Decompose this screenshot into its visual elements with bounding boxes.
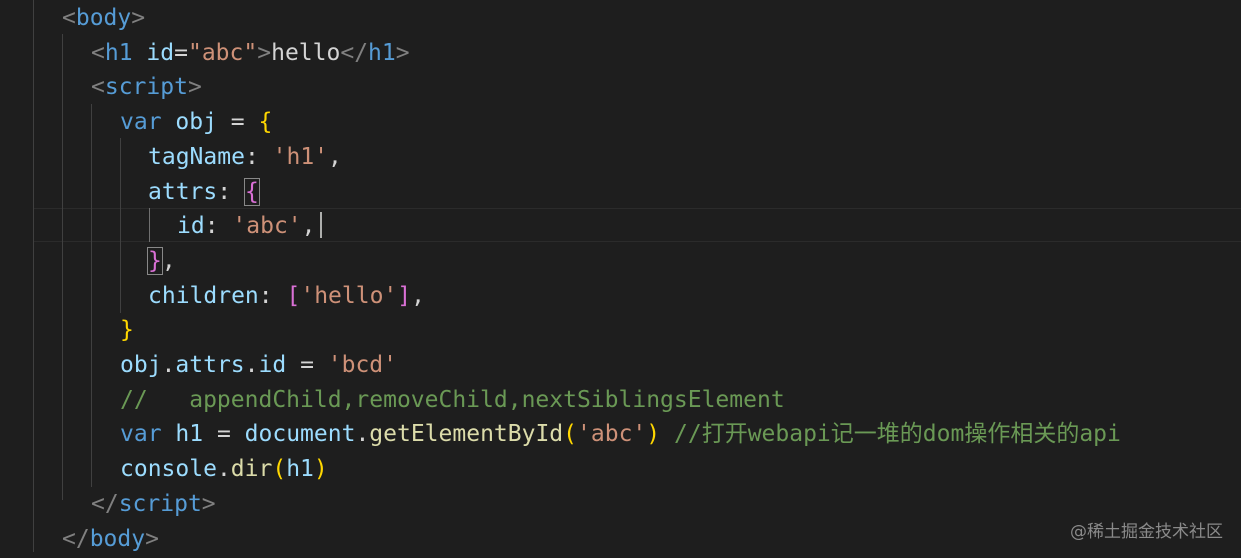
code-token: "abc" — [187, 39, 258, 66]
code-token: 'bcd' — [327, 352, 398, 378]
code-token: </ — [340, 39, 369, 66]
code-token: 'abc' — [577, 421, 647, 448]
watermark: @稀土掘金技术社区 — [1070, 522, 1223, 542]
code-line[interactable]: attrs: { — [148, 175, 260, 210]
code-line[interactable]: var h1 = document.getElementById('abc') … — [120, 417, 1121, 452]
text-cursor — [320, 212, 322, 238]
code-token: ] — [397, 282, 412, 309]
code-token: > — [131, 5, 146, 31]
code-token: ( — [272, 456, 287, 483]
code-token: < — [62, 5, 76, 31]
code-token: . — [355, 421, 370, 448]
code-token: // appendChild,removeChild,nextSiblingsE… — [120, 386, 785, 413]
code-line[interactable]: children: ['hello'], — [148, 279, 425, 314]
code-token: , — [301, 213, 316, 240]
code-token: children — [148, 282, 259, 309]
code-token: obj — [120, 352, 162, 378]
code-token: . — [216, 456, 231, 483]
code-token: = — [203, 421, 245, 448]
code-token: : — [217, 178, 245, 205]
code-token: < — [91, 74, 105, 101]
code-token: h1 — [175, 421, 204, 448]
code-token: h1 — [368, 39, 396, 66]
code-token: var — [120, 109, 162, 136]
code-line[interactable]: console.dir(h1) — [120, 452, 328, 487]
code-token: hello — [271, 39, 341, 66]
code-token: > — [201, 490, 216, 517]
code-token: h1 — [286, 456, 314, 483]
code-token: } — [147, 246, 163, 275]
code-token: : — [204, 213, 233, 240]
code-token: var — [120, 421, 162, 448]
code-token: } — [120, 317, 134, 344]
code-token: script — [104, 74, 188, 101]
code-token: console — [120, 456, 217, 483]
code-token: : — [244, 143, 273, 170]
code-token: ( — [563, 421, 578, 448]
code-token: getElementById — [369, 421, 564, 448]
code-token: , — [411, 282, 425, 309]
code-line[interactable]: </script> — [91, 487, 216, 522]
code-token: tagName — [148, 143, 245, 170]
code-token: 'hello' — [300, 282, 398, 309]
code-line[interactable]: obj.attrs.id = 'bcd' — [120, 348, 397, 383]
code-token: id — [177, 213, 205, 240]
code-line[interactable]: <h1 id="abc">hello</h1> — [91, 36, 410, 71]
code-token: attrs — [148, 178, 218, 205]
code-token: ) — [646, 421, 661, 448]
indent-guide — [62, 34, 63, 500]
code-token: 'abc' — [232, 213, 302, 240]
indent-guide — [91, 104, 92, 487]
code-line[interactable]: var obj = { — [120, 105, 272, 140]
code-line[interactable]: <body> — [62, 1, 145, 36]
code-token: [ — [286, 282, 301, 309]
code-line[interactable]: }, — [147, 244, 176, 279]
code-token: { — [243, 177, 260, 206]
code-token: = — [286, 352, 328, 378]
indent-guide — [33, 0, 34, 552]
code-token: //打开webapi记一堆的dom操作相关的api — [674, 421, 1121, 448]
code-token: : — [258, 282, 287, 309]
code-token: > — [145, 525, 159, 552]
code-token: 'h1' — [272, 143, 329, 170]
indent-guide — [120, 138, 121, 313]
code-line[interactable]: // appendChild,removeChild,nextSiblingsE… — [120, 383, 785, 418]
code-token: , — [328, 143, 342, 170]
code-token: > — [257, 39, 272, 66]
code-token: , — [161, 247, 176, 274]
code-token: body — [75, 5, 132, 31]
code-token: = — [174, 39, 188, 66]
code-token: = — [216, 109, 259, 136]
code-token: h1 — [104, 39, 133, 66]
code-token: ) — [313, 456, 328, 483]
code-line[interactable]: tagName: 'h1', — [148, 140, 342, 175]
code-line[interactable]: id: 'abc', — [177, 209, 316, 244]
code-line[interactable]: <script> — [91, 70, 202, 105]
code-token: </ — [62, 525, 90, 552]
indent-guide-active — [149, 208, 150, 242]
code-token: < — [91, 39, 105, 66]
code-token: </ — [91, 490, 119, 517]
code-line[interactable]: </body> — [62, 522, 159, 557]
code-token: > — [187, 74, 202, 101]
code-token: { — [258, 109, 273, 136]
code-token: obj — [175, 109, 217, 136]
code-token: body — [89, 525, 146, 552]
code-token: > — [395, 39, 410, 66]
code-token: . — [244, 352, 259, 378]
code-token: dir — [230, 456, 273, 483]
code-token: . — [161, 352, 176, 378]
code-line[interactable]: } — [120, 313, 134, 348]
code-token: id — [146, 39, 175, 66]
code-token: attrs — [175, 352, 245, 378]
code-editor[interactable]: <body> <h1 id="abc">hello</h1> <script> var… — [0, 0, 1241, 558]
code-token: id — [258, 352, 287, 378]
code-token: document — [244, 421, 356, 448]
code-token: script — [118, 490, 202, 517]
